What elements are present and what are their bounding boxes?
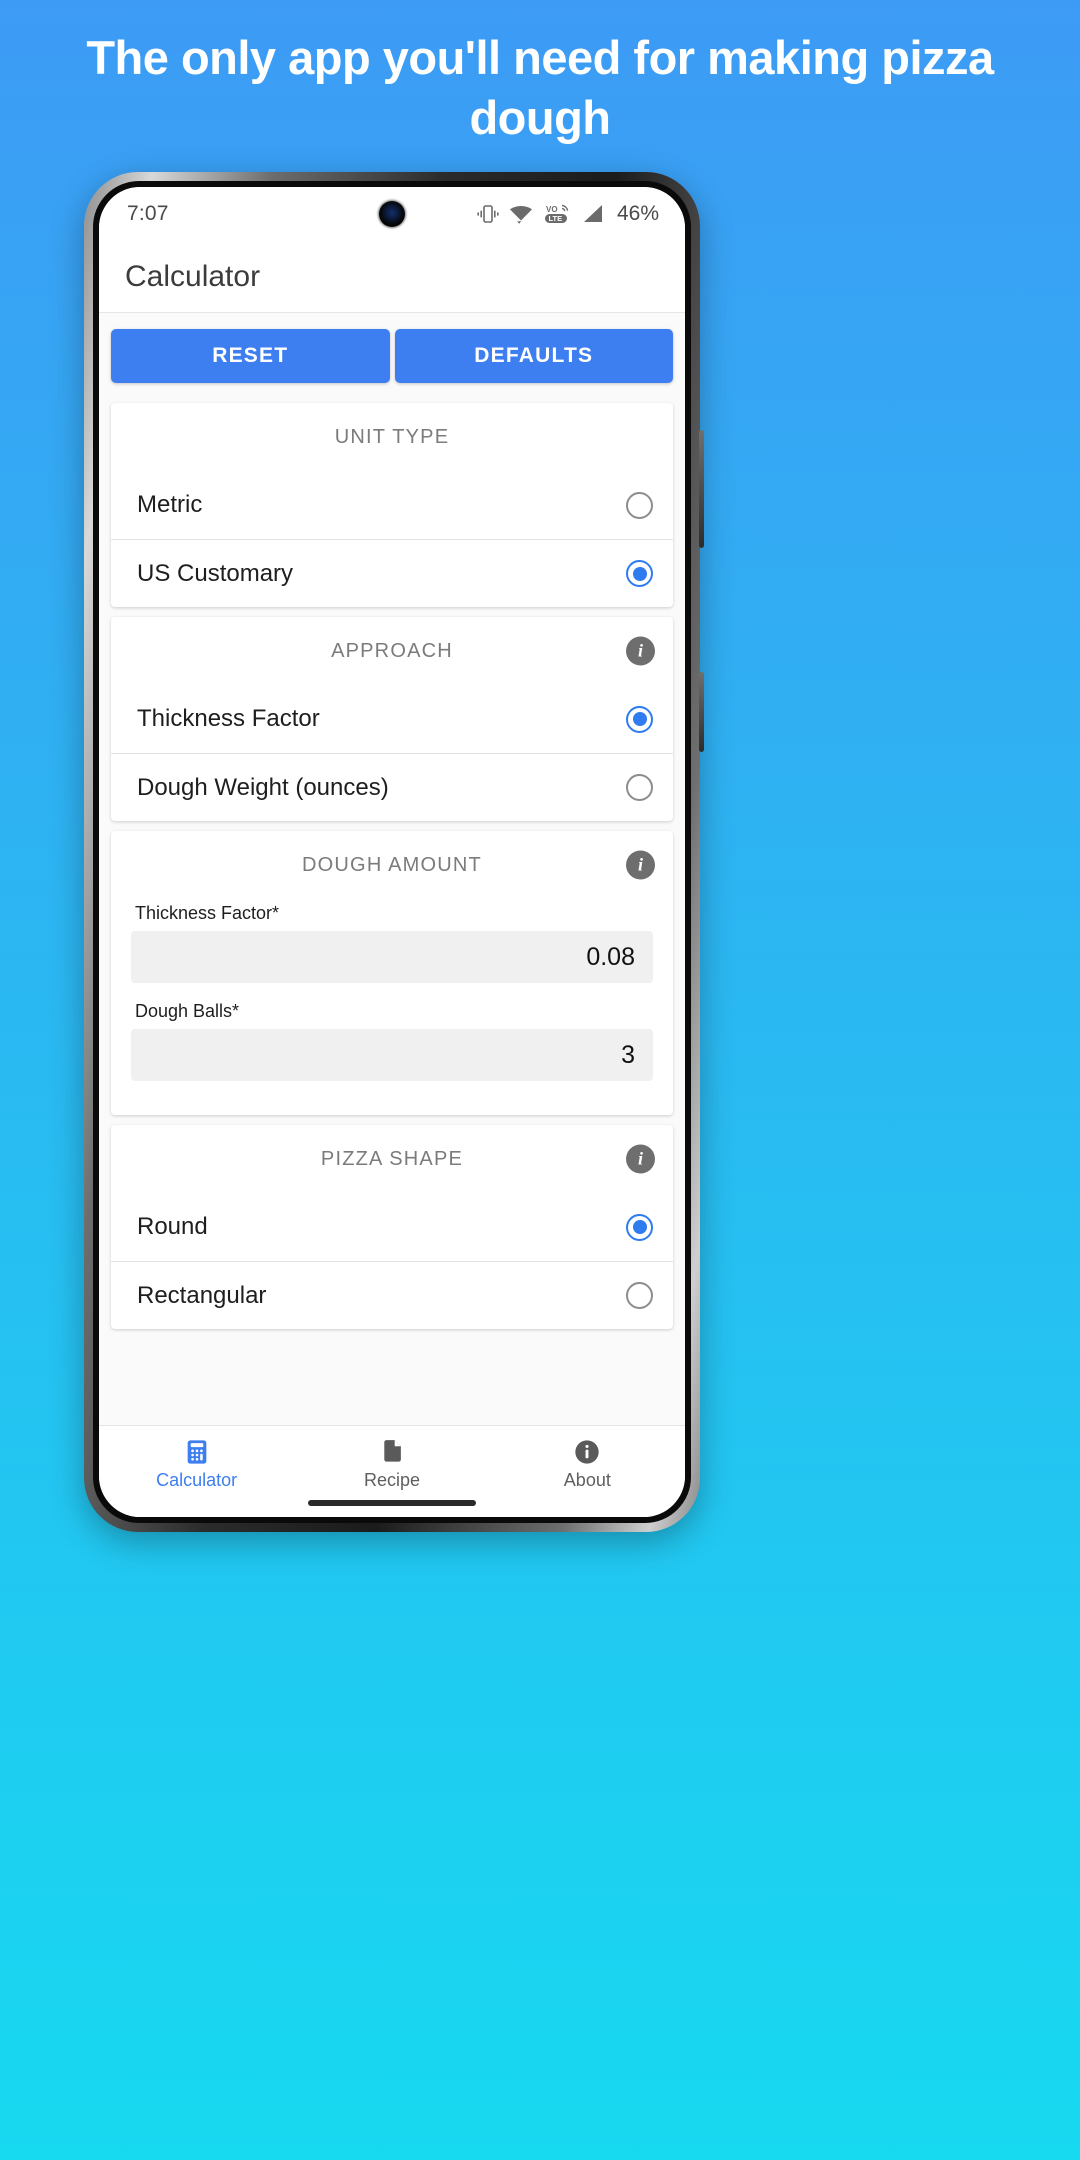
thickness-factor-label: Thickness Factor* bbox=[135, 903, 280, 923]
phone-bezel: 7:07 VO LTE 46% Calculator RESET DEFAULT… bbox=[93, 181, 691, 1523]
radio-metric[interactable] bbox=[626, 491, 653, 519]
gesture-navigation-bar[interactable] bbox=[308, 1500, 476, 1506]
battery-percentage: 46% bbox=[616, 202, 659, 225]
option-round[interactable]: Round bbox=[111, 1193, 673, 1261]
option-label: Round bbox=[137, 1213, 208, 1240]
card-approach: APPROACH i Thickness Factor Dough Weight… bbox=[111, 617, 673, 821]
nav-item-about[interactable]: About bbox=[490, 1438, 685, 1491]
card-unit-type: UNIT TYPE Metric US Customary bbox=[111, 403, 673, 607]
promo-headline: The only app you'll need for making pizz… bbox=[86, 31, 994, 145]
info-icon[interactable]: i bbox=[626, 636, 655, 666]
card-header-pizza-shape: PIZZA SHAPE i bbox=[111, 1125, 673, 1193]
card-title: DOUGH AMOUNT bbox=[302, 853, 482, 876]
option-label: Rectangular bbox=[137, 1281, 267, 1309]
phone-frame: 7:07 VO LTE 46% Calculator RESET DEFAULT… bbox=[84, 172, 704, 1532]
dough-balls-input[interactable]: 3 bbox=[131, 1029, 653, 1081]
status-bar: 7:07 VO LTE 46% bbox=[99, 187, 685, 241]
thickness-factor-value: 0.08 bbox=[586, 942, 635, 971]
calculator-content[interactable]: RESET DEFAULTS UNIT TYPE Metric US Custo… bbox=[99, 313, 685, 1425]
front-camera-punch-hole bbox=[379, 201, 405, 227]
radio-dough-weight[interactable] bbox=[626, 774, 653, 801]
nav-label: About bbox=[563, 1470, 611, 1490]
radio-thickness-factor[interactable] bbox=[626, 705, 653, 733]
wifi-icon bbox=[509, 206, 532, 224]
radio-rectangular[interactable] bbox=[626, 1282, 653, 1309]
option-thickness-factor[interactable]: Thickness Factor bbox=[111, 685, 673, 753]
nav-item-recipe[interactable]: Recipe bbox=[294, 1438, 489, 1491]
radio-us-customary[interactable] bbox=[626, 560, 653, 587]
nav-label: Recipe bbox=[363, 1470, 420, 1490]
volume-button[interactable] bbox=[699, 430, 704, 548]
radio-round[interactable] bbox=[626, 1213, 653, 1241]
nav-label: Calculator bbox=[156, 1470, 238, 1490]
option-us-customary[interactable]: US Customary bbox=[111, 539, 673, 607]
card-title: UNIT TYPE bbox=[334, 425, 450, 448]
dough-amount-fields: Thickness Factor* 0.08 Dough Balls* 3 bbox=[111, 899, 673, 1115]
option-metric[interactable]: Metric bbox=[111, 471, 673, 539]
card-pizza-shape: PIZZA SHAPE i Round Rectangular bbox=[111, 1125, 673, 1329]
card-header-approach: APPROACH i bbox=[111, 617, 673, 685]
phone-screen: 7:07 VO LTE 46% Calculator RESET DEFAULT… bbox=[99, 187, 685, 1517]
svg-text:VO: VO bbox=[546, 205, 558, 214]
info-circle-icon bbox=[575, 1440, 599, 1464]
signal-icon bbox=[583, 205, 602, 222]
calculator-icon bbox=[187, 1440, 206, 1464]
reset-button[interactable]: RESET bbox=[111, 329, 390, 383]
card-dough-amount: DOUGH AMOUNT i Thickness Factor* 0.08 Do… bbox=[111, 831, 673, 1115]
app-bar: Calculator bbox=[99, 241, 685, 313]
volte-icon: VO LTE bbox=[544, 204, 569, 223]
status-time: 7:07 bbox=[127, 202, 169, 225]
option-dough-weight[interactable]: Dough Weight (ounces) bbox=[111, 753, 673, 821]
option-label: Thickness Factor bbox=[137, 705, 320, 732]
action-button-row: RESET DEFAULTS bbox=[99, 321, 685, 393]
card-title: PIZZA SHAPE bbox=[320, 1147, 464, 1170]
status-icons: VO LTE 46% bbox=[476, 202, 659, 226]
card-header-unit-type: UNIT TYPE bbox=[111, 403, 673, 471]
dough-balls-value: 3 bbox=[621, 1040, 635, 1069]
info-icon[interactable]: i bbox=[626, 1144, 655, 1174]
dough-balls-label: Dough Balls* bbox=[135, 1001, 240, 1021]
power-button[interactable] bbox=[699, 672, 704, 752]
card-header-dough-amount: DOUGH AMOUNT i bbox=[111, 831, 673, 899]
document-icon bbox=[384, 1440, 401, 1462]
defaults-button[interactable]: DEFAULTS bbox=[394, 329, 673, 383]
option-label: Dough Weight (ounces) bbox=[137, 773, 389, 801]
info-icon[interactable]: i bbox=[626, 850, 655, 880]
page-title: Calculator bbox=[125, 259, 261, 293]
vibrate-icon bbox=[477, 205, 499, 223]
card-title: APPROACH bbox=[331, 639, 453, 662]
option-label: US Customary bbox=[137, 559, 294, 587]
nav-item-calculator[interactable]: Calculator bbox=[99, 1438, 294, 1491]
thickness-factor-input[interactable]: 0.08 bbox=[131, 931, 653, 983]
option-label: Metric bbox=[137, 491, 203, 518]
option-rectangular[interactable]: Rectangular bbox=[111, 1261, 673, 1329]
svg-text:LTE: LTE bbox=[548, 214, 562, 223]
